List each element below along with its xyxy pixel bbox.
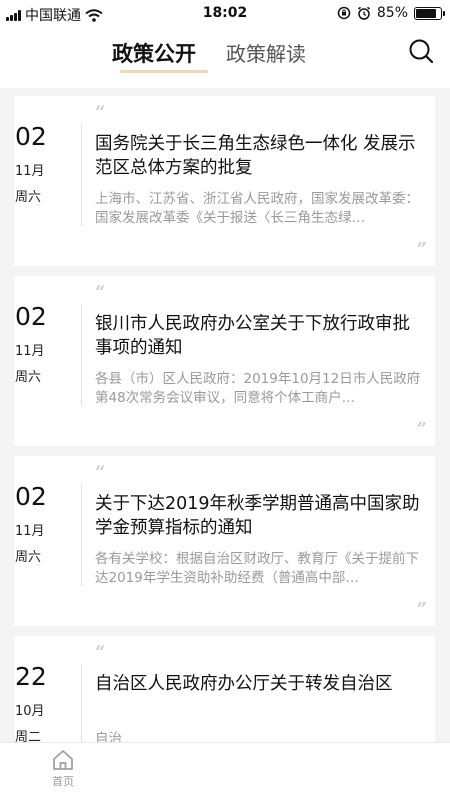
alarm-icon xyxy=(357,6,370,20)
date-divider xyxy=(81,484,82,586)
battery-level xyxy=(416,8,437,18)
orientation-lock-icon xyxy=(337,6,351,20)
top-nav: 政策公开 政策解读 xyxy=(0,28,450,88)
article-day: 02 xyxy=(15,302,47,331)
search-button[interactable] xyxy=(408,38,434,64)
open-quote-icon: “ xyxy=(95,102,106,123)
close-quote-icon: ” xyxy=(416,419,427,440)
article-day: 02 xyxy=(15,482,47,511)
article-list: 02 11月 周六 “ 国务院关于长三角生态绿色一体化 发展示范区总体方案的批复… xyxy=(15,96,435,800)
tab-active-indicator xyxy=(120,70,208,73)
search-icon xyxy=(409,39,434,64)
article-card[interactable]: 02 11月 周六 “ 关于下达2019年秋季学期普通高中国家助学金预算指标的通… xyxy=(15,456,435,626)
article-month: 10月 xyxy=(15,704,45,719)
bottom-tab-bar: 首页 xyxy=(0,742,450,800)
date-divider xyxy=(81,304,82,406)
article-card[interactable]: 02 11月 周六 “ 银川市人民政府办公室关于下放行政审批事项的通知 各县（市… xyxy=(15,276,435,446)
article-day: 02 xyxy=(15,122,47,151)
home-icon xyxy=(53,750,73,770)
status-bar: 中国联通 18:02 85% xyxy=(0,0,450,28)
tab-home-label: 首页 xyxy=(52,775,74,788)
article-title[interactable]: 国务院关于长三角生态绿色一体化 发展示范区总体方案的批复 xyxy=(95,132,425,180)
battery-percent: 85% xyxy=(376,5,408,21)
open-quote-icon: “ xyxy=(95,282,106,303)
article-weekday: 周六 xyxy=(15,190,42,205)
open-quote-icon: “ xyxy=(95,462,106,483)
status-right: 85% xyxy=(337,5,445,21)
article-card[interactable]: 02 11月 周六 “ 国务院关于长三角生态绿色一体化 发展示范区总体方案的批复… xyxy=(15,96,435,266)
article-title[interactable]: 关于下达2019年秋季学期普通高中国家助学金预算指标的通知 xyxy=(95,492,425,540)
close-quote-icon: ” xyxy=(416,239,427,260)
article-summary: 各有关学校：根据自治区财政厅、教育厅《关于提前下达2019年学生资助补助经费（普… xyxy=(95,551,419,586)
article-month: 11月 xyxy=(15,164,45,179)
article-weekday: 周六 xyxy=(15,550,42,565)
date-divider xyxy=(81,124,82,226)
battery-icon xyxy=(414,6,445,20)
tab-policy-interpretation[interactable]: 政策解读 xyxy=(226,38,306,67)
article-title[interactable]: 银川市人民政府办公室关于下放行政审批事项的通知 xyxy=(95,312,425,360)
close-quote-icon: ” xyxy=(416,599,427,620)
article-weekday: 周六 xyxy=(15,370,42,385)
article-summary: 各县（市）区人民政府：2019年10月12日市人民政府第48次常务会议审议，同意… xyxy=(95,371,421,406)
article-month: 11月 xyxy=(15,524,45,539)
article-day: 22 xyxy=(15,662,47,691)
article-summary: 上海市、江苏省、浙江省人民政府，国家发展改革委：国家发展改革委《关于报送〈长三角… xyxy=(95,191,419,226)
tab-home[interactable]: 首页 xyxy=(40,749,86,789)
open-quote-icon: “ xyxy=(95,642,106,663)
article-title[interactable]: 自治区人民政府办公厅关于转发自治区 xyxy=(95,672,425,696)
tab-policy-public[interactable]: 政策公开 xyxy=(112,38,196,68)
article-month: 11月 xyxy=(15,344,45,359)
